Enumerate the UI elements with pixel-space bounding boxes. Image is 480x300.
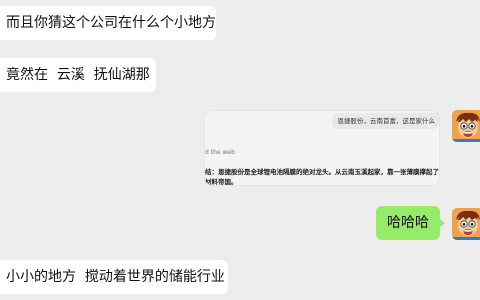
- avatar[interactable]: [452, 110, 480, 142]
- card-answer-line: 材料帝国。: [205, 178, 238, 186]
- message-text: 哈哈哈: [387, 215, 429, 231]
- card-source-label: d the web: [205, 149, 235, 156]
- avatar[interactable]: [452, 208, 480, 240]
- message-bubble-right[interactable]: 哈哈哈: [376, 206, 445, 240]
- cartoon-face-avatar-icon: [452, 110, 480, 142]
- message-text: 竟然在 云溪 抚仙湖那: [6, 67, 150, 83]
- message-text: 小小的地方 搅动着世界的储能行业: [6, 269, 225, 285]
- message-bubble-left[interactable]: 而且你猜这个公司在什么个小地方: [0, 6, 216, 40]
- shared-screenshot-card[interactable]: 恩捷股份，云南首富，这是家什么 d the web 结：恩捷股份是全球锂电池隔膜…: [204, 110, 440, 186]
- message-bubble-left[interactable]: 小小的地方 搅动着世界的储能行业: [0, 260, 228, 294]
- card-answer: 结：恩捷股份是全球锂电池隔膜的绝对龙头。从云南玉溪起家，靠一张薄膜撑起了 材料帝…: [205, 167, 439, 186]
- message-bubble-left[interactable]: 竟然在 云溪 抚仙湖那: [0, 58, 156, 92]
- cartoon-face-avatar-icon: [452, 208, 480, 240]
- card-answer-line: 结：恩捷股份是全球锂电池隔膜的绝对龙头。从云南玉溪起家，靠一张薄膜撑起了: [205, 168, 439, 176]
- message-text: 而且你猜这个公司在什么个小地方: [6, 15, 216, 31]
- card-query-text: 恩捷股份，云南首富，这是家什么: [331, 113, 439, 129]
